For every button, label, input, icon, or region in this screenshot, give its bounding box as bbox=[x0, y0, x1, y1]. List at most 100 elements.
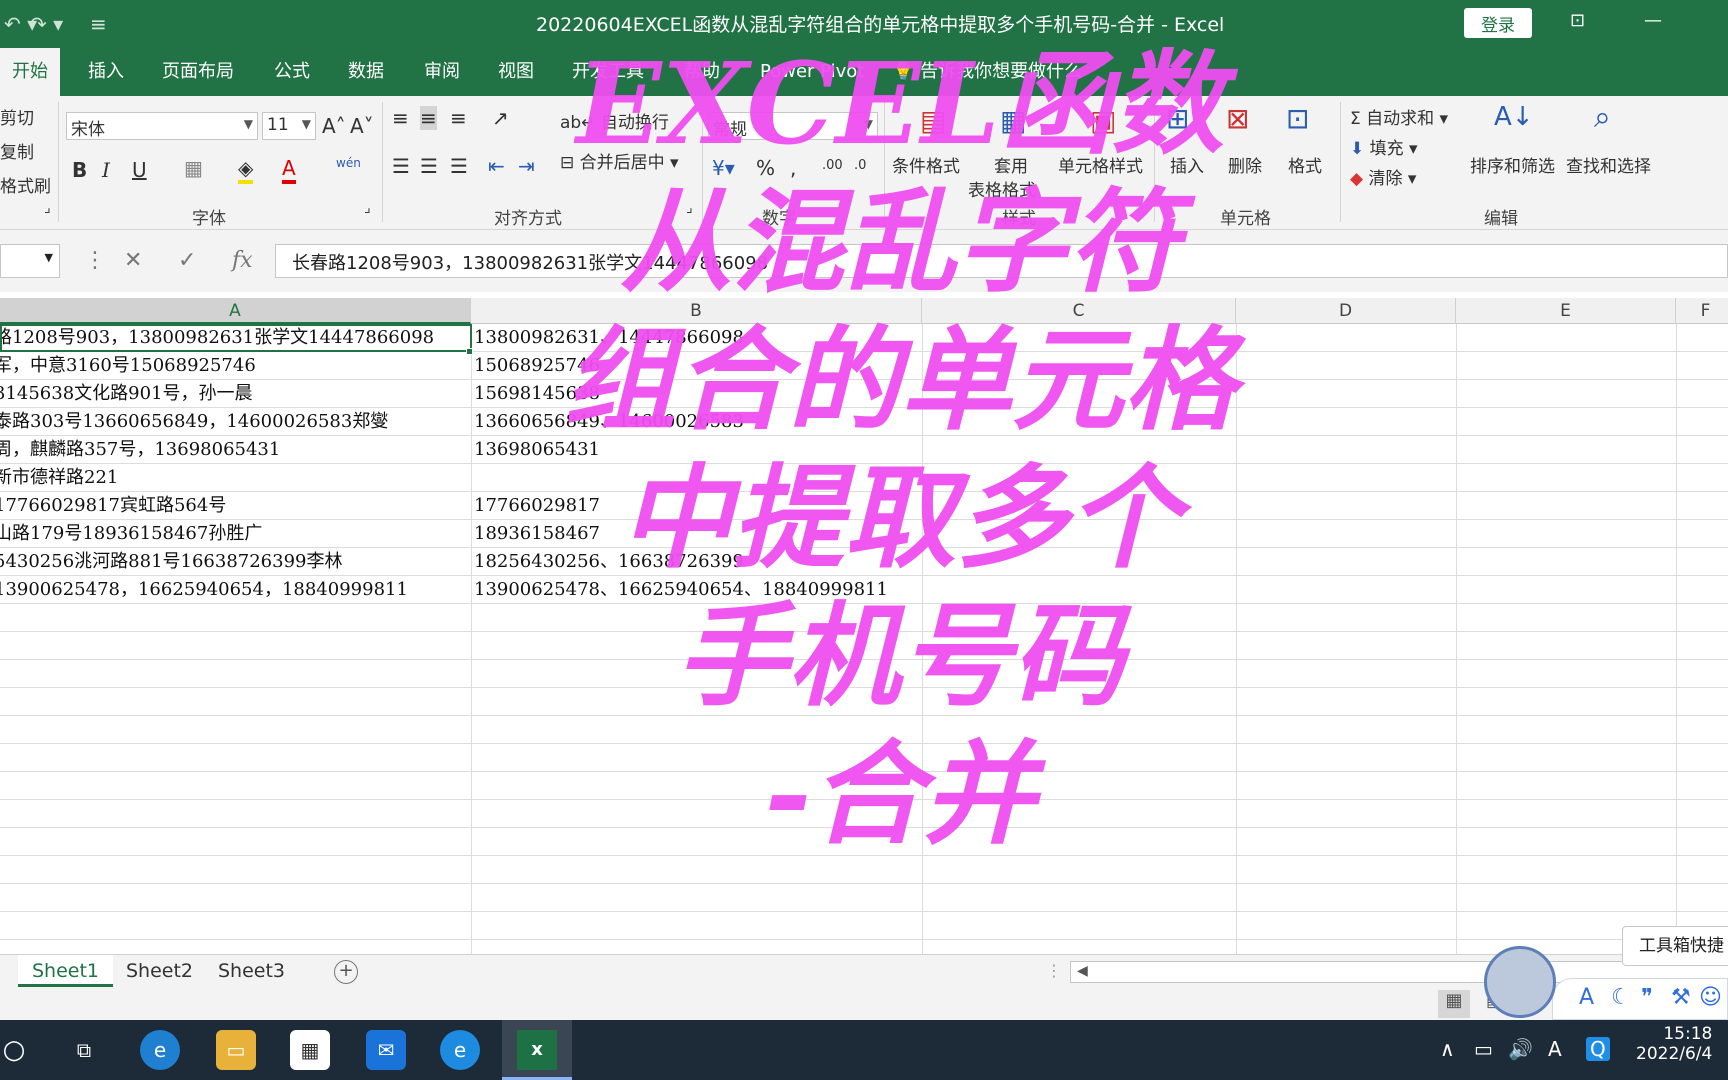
comma-style-icon[interactable]: , bbox=[790, 156, 796, 180]
cell-b[interactable] bbox=[474, 660, 1414, 688]
cell-b[interactable]: 18936158467 bbox=[474, 520, 1414, 548]
cell-b[interactable]: 17766029817 bbox=[474, 492, 1414, 520]
underline-icon[interactable]: U bbox=[132, 158, 147, 182]
clipboard-launcher-icon[interactable]: ⌟ bbox=[44, 200, 51, 216]
align-bottom-icon[interactable]: ≡ bbox=[450, 106, 467, 130]
cell-b[interactable]: 15698145638 bbox=[474, 380, 1414, 408]
column-header-a[interactable]: A bbox=[0, 298, 471, 324]
cell-b[interactable] bbox=[474, 688, 1414, 716]
wrench-icon[interactable]: ⚒ bbox=[1671, 985, 1691, 1010]
font-name-select[interactable]: 宋体 ▼ bbox=[66, 112, 258, 140]
delete-cells-button[interactable]: 删除 bbox=[1228, 152, 1262, 177]
phonetic-icon[interactable]: wén bbox=[336, 156, 361, 170]
ribbon-display-icon[interactable]: ⊡ bbox=[1570, 10, 1585, 31]
cell-a[interactable]: 周，麒麟路357号，13698065431 bbox=[0, 436, 470, 464]
cell-a[interactable] bbox=[0, 632, 470, 660]
customize-qat-icon[interactable]: ≡ bbox=[90, 12, 107, 36]
column-header-d[interactable]: D bbox=[1236, 298, 1456, 324]
increase-font-icon[interactable]: A˄ bbox=[322, 114, 346, 138]
normal-view-icon[interactable]: ▦ bbox=[1438, 990, 1470, 1018]
cell-b[interactable] bbox=[474, 604, 1414, 632]
input-method-icon[interactable]: A bbox=[1548, 1037, 1562, 1061]
align-left-icon[interactable]: ☰ bbox=[392, 154, 410, 178]
find-select-button[interactable]: 查找和选择 bbox=[1566, 152, 1651, 177]
insert-cells-button[interactable]: 插入 bbox=[1170, 152, 1204, 177]
cell-a[interactable]: 5430256洮河路881号16638726399李林 bbox=[0, 548, 470, 576]
decrease-indent-icon[interactable]: ⇤ bbox=[488, 154, 505, 178]
increase-decimal-icon[interactable]: .00 bbox=[822, 158, 843, 173]
font-size-select[interactable]: 11 ▼ bbox=[262, 112, 316, 140]
align-center-icon[interactable]: ☰ bbox=[420, 154, 438, 178]
fill-handle[interactable] bbox=[466, 348, 473, 355]
fill-button[interactable]: ⬇ 填充 ▾ bbox=[1350, 134, 1418, 159]
tab-data[interactable]: 数据 bbox=[336, 48, 396, 96]
scroll-left-icon[interactable]: ◀ bbox=[1077, 963, 1088, 979]
cell-a[interactable]: 军，中意3160号15068925746 bbox=[0, 352, 470, 380]
italic-icon[interactable]: I bbox=[102, 158, 110, 182]
tab-insert[interactable]: 插入 bbox=[76, 48, 136, 96]
qq-icon[interactable]: Q bbox=[1586, 1037, 1610, 1061]
format-cells-button[interactable]: 格式 bbox=[1288, 152, 1322, 177]
formula-input[interactable]: 长春路1208号903，13800982631张学文14447866098 bbox=[275, 244, 1728, 278]
cell-b[interactable] bbox=[474, 632, 1414, 660]
cell-a[interactable] bbox=[0, 744, 470, 772]
number-format-select[interactable]: 常规 ▼ bbox=[708, 112, 878, 140]
copy-button[interactable]: 复制 bbox=[0, 138, 34, 163]
cut-button[interactable]: 剪切 bbox=[0, 104, 34, 129]
add-sheet-icon[interactable]: + bbox=[334, 960, 358, 984]
split-handle-icon[interactable]: ⋮ bbox=[1046, 961, 1062, 980]
cell-a[interactable]: 泰路303号13660656849，14600026583郑燮 bbox=[0, 408, 470, 436]
bold-icon[interactable]: B bbox=[72, 158, 87, 182]
mail-icon[interactable]: ✉ bbox=[366, 1030, 406, 1070]
cell-a[interactable]: 山路179号18936158467孙胜广 bbox=[0, 520, 470, 548]
redo-icon[interactable]: ↷ ▾ bbox=[30, 12, 63, 36]
percent-icon[interactable]: % bbox=[756, 156, 775, 180]
worksheet-grid[interactable]: A B C D E F 路1208号903，13800982631张学文1444… bbox=[0, 298, 1728, 954]
file-explorer-icon[interactable]: ▭ bbox=[216, 1030, 256, 1070]
cell-a[interactable] bbox=[0, 688, 470, 716]
sort-filter-button[interactable]: 排序和筛选 bbox=[1470, 152, 1555, 177]
cell-b[interactable] bbox=[474, 884, 1414, 912]
moon-icon[interactable]: ☾ bbox=[1611, 985, 1631, 1010]
name-box[interactable]: ▼ bbox=[0, 244, 60, 278]
cell-b[interactable]: 18256430256、16638726399 bbox=[474, 548, 1414, 576]
alignment-launcher-icon[interactable]: ⌟ bbox=[686, 200, 693, 216]
format-painter-button[interactable]: 格式刷 bbox=[0, 172, 51, 197]
autosum-button[interactable]: Σ 自动求和 ▾ bbox=[1350, 104, 1448, 129]
store-icon[interactable]: ▦ bbox=[290, 1030, 330, 1070]
align-right-icon[interactable]: ☰ bbox=[450, 154, 468, 178]
tray-expand-icon[interactable]: ∧ bbox=[1440, 1037, 1455, 1061]
tab-formulas[interactable]: 公式 bbox=[262, 48, 322, 96]
cell-a[interactable] bbox=[0, 912, 470, 940]
font-launcher-icon[interactable]: ⌟ bbox=[364, 200, 371, 216]
cell-b[interactable] bbox=[474, 772, 1414, 800]
tell-me-search[interactable]: 💡 告诉我你想要做什么 bbox=[880, 48, 1094, 96]
wrap-text-button[interactable]: ab↵ 自动换行 bbox=[560, 108, 669, 133]
column-header-f[interactable]: F bbox=[1676, 298, 1728, 324]
excel-taskbar-button[interactable]: x bbox=[502, 1020, 572, 1080]
tab-page-layout[interactable]: 页面布局 bbox=[150, 48, 246, 96]
insert-function-icon[interactable]: fx bbox=[232, 248, 253, 273]
cell-b[interactable]: 15068925746 bbox=[474, 352, 1414, 380]
align-top-icon[interactable]: ≡ bbox=[392, 106, 409, 130]
network-icon[interactable]: ▭ bbox=[1474, 1037, 1493, 1061]
ie-browser-icon[interactable]: e bbox=[440, 1030, 480, 1070]
smiley-icon[interactable]: ☺ bbox=[1699, 985, 1722, 1010]
cell-b[interactable] bbox=[474, 912, 1414, 940]
decrease-font-icon[interactable]: A˅ bbox=[350, 114, 374, 138]
cell-b[interactable]: 13800982631、14447866098 bbox=[474, 324, 1414, 352]
cell-b[interactable] bbox=[474, 716, 1414, 744]
cell-a[interactable] bbox=[0, 828, 470, 856]
cell-b[interactable] bbox=[474, 744, 1414, 772]
assistant-robot-avatar[interactable] bbox=[1484, 946, 1556, 1018]
fill-color-icon[interactable]: ◈ bbox=[238, 156, 254, 184]
increase-indent-icon[interactable]: ⇥ bbox=[518, 154, 535, 178]
cancel-entry-icon[interactable]: ✕ bbox=[124, 248, 142, 273]
cell-b[interactable] bbox=[474, 800, 1414, 828]
cell-a[interactable] bbox=[0, 660, 470, 688]
cell-styles-button[interactable]: 单元格样式 bbox=[1058, 152, 1143, 177]
edge-browser-icon[interactable]: e bbox=[140, 1030, 180, 1070]
decrease-decimal-icon[interactable]: .0 bbox=[854, 158, 866, 173]
column-header-c[interactable]: C bbox=[922, 298, 1236, 324]
font-tool-icon[interactable]: A bbox=[1579, 985, 1594, 1010]
